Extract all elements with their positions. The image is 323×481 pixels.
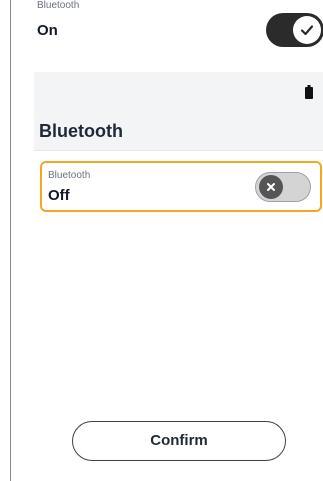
background-bluetooth-toggle[interactable] xyxy=(266,13,323,47)
bluetooth-dialog: Bluetooth Bluetooth Off Confirm xyxy=(34,72,323,481)
close-icon xyxy=(267,183,275,191)
toggle-knob xyxy=(259,175,283,199)
left-divider xyxy=(10,0,11,481)
background-bluetooth-value: On xyxy=(37,22,58,39)
battery-icon xyxy=(305,85,313,99)
background-bluetooth-row[interactable]: Bluetooth On xyxy=(37,0,323,62)
bluetooth-setting-row[interactable]: Bluetooth Off xyxy=(40,161,322,212)
check-icon xyxy=(300,25,314,36)
bluetooth-toggle[interactable] xyxy=(255,172,311,202)
confirm-button[interactable]: Confirm xyxy=(72,421,286,461)
toggle-knob xyxy=(293,16,321,44)
background-bluetooth-caption: Bluetooth xyxy=(37,0,80,11)
bluetooth-setting-caption: Bluetooth xyxy=(48,170,91,181)
dialog-title: Bluetooth xyxy=(39,121,123,141)
bluetooth-setting-value: Off xyxy=(48,187,70,204)
dialog-header: Bluetooth xyxy=(34,72,323,151)
